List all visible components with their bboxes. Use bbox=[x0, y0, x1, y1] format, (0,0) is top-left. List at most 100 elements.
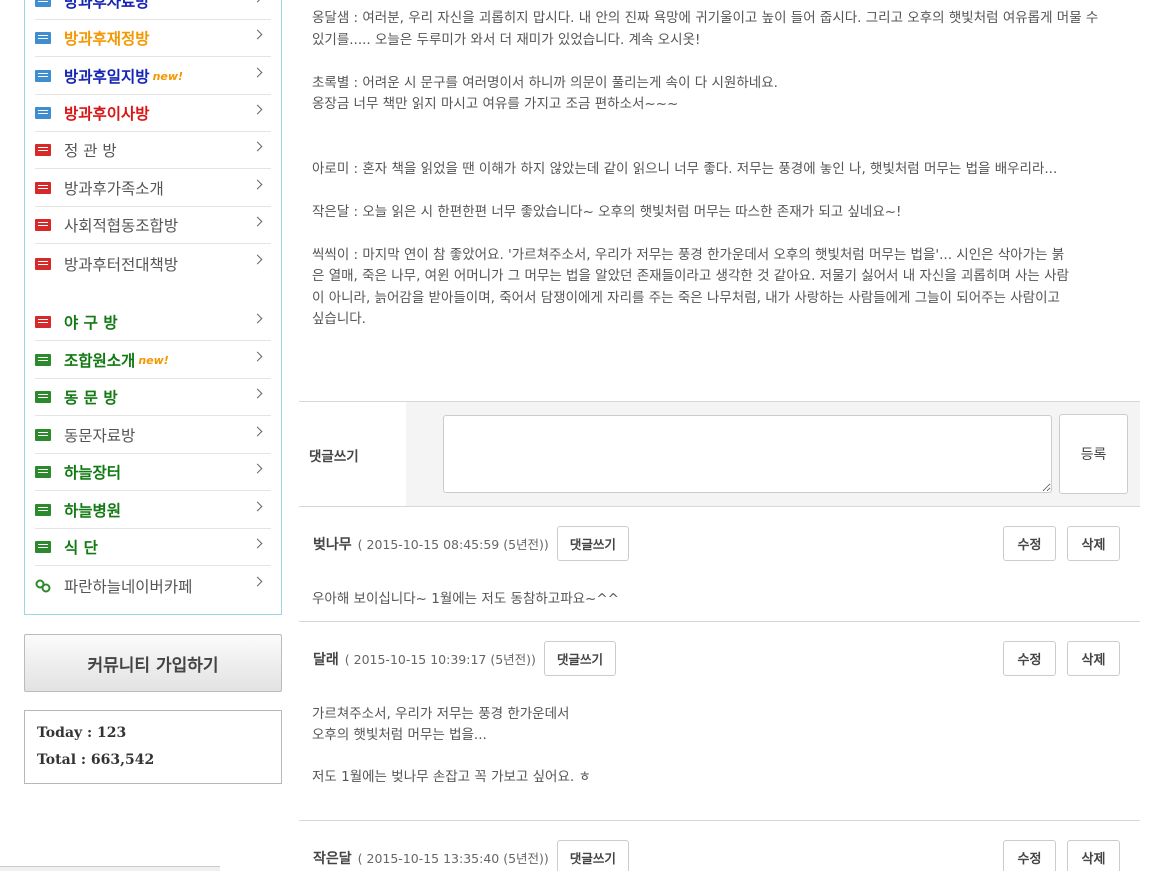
sidebar-item[interactable]: 방과후자료방 bbox=[35, 0, 271, 20]
sidebar-item-label: 방과후이사방 bbox=[64, 105, 150, 123]
reply-button[interactable]: 댓글쓰기 bbox=[556, 526, 629, 561]
comment-form-label: 댓글쓰기 bbox=[309, 449, 359, 465]
list-icon bbox=[35, 316, 51, 328]
sidebar-item-label: 방과후재정방 bbox=[64, 30, 150, 48]
sidebar-item[interactable]: 동문자료방 bbox=[35, 417, 271, 454]
comment-line bbox=[312, 746, 591, 767]
comment-author: 벚나무 bbox=[313, 536, 352, 553]
sidebar-item-label: 하늘장터 bbox=[64, 464, 122, 482]
list-icon bbox=[35, 429, 51, 441]
delete-button[interactable]: 삭제 bbox=[1067, 526, 1120, 561]
comment-body: 우아해 보이십니다~ 1월에는 저도 동참하고파요~^^ bbox=[312, 589, 619, 610]
sidebar-item[interactable]: 하늘장터 bbox=[35, 454, 271, 491]
post-line: 초록별 : 어려운 시 문구를 여러명이서 하니까 의문이 풀리는게 속이 다 … bbox=[312, 74, 778, 91]
chevron-right-icon bbox=[252, 313, 263, 324]
chevron-right-icon bbox=[252, 104, 263, 115]
sidebar-item[interactable]: 야 구 방 bbox=[35, 304, 271, 341]
chevron-right-icon bbox=[252, 254, 263, 265]
comment-author: 작은달 bbox=[313, 850, 352, 867]
list-icon bbox=[35, 466, 51, 478]
sidebar-item-label: 하늘병원 bbox=[64, 502, 122, 520]
comment-line: 저도 1월에는 벚나무 손잡고 꼭 가보고 싶어요. ㅎ bbox=[312, 769, 591, 785]
edit-button[interactable]: 수정 bbox=[1003, 641, 1056, 676]
sidebar-item-label: 방과후가족소개 bbox=[64, 180, 164, 198]
sidebar-item[interactable]: 조합원소개 new! bbox=[35, 342, 271, 379]
sidebar-item-label: 사회적협동조합방 bbox=[64, 217, 179, 235]
post-line: 은 열매, 죽은 나무, 여윈 어머니가 그 머무는 법을 알았던 존재들이라고… bbox=[312, 268, 1069, 284]
list-icon bbox=[35, 32, 51, 44]
post-line: 씩씩이 : 마지막 연이 참 좋았어요. '가르쳐주소서, 우리가 저무는 풍경… bbox=[312, 246, 1065, 263]
sidebar-item[interactable]: 방과후가족소개 bbox=[35, 170, 271, 207]
list-icon bbox=[35, 354, 51, 366]
chevron-right-icon bbox=[252, 576, 263, 587]
chevron-right-icon bbox=[252, 501, 263, 512]
chevron-right-icon bbox=[252, 351, 263, 362]
list-icon bbox=[35, 391, 51, 403]
post-line: 아로미 : 혼자 책을 읽었을 땐 이해가 하지 않았는데 같이 읽으니 너무 … bbox=[312, 160, 1058, 177]
reply-button[interactable]: 댓글쓰기 bbox=[556, 840, 629, 871]
list-icon bbox=[35, 257, 51, 270]
comment-line: 우아해 보이십니다~ 1월에는 저도 동참하고파요~^^ bbox=[312, 591, 619, 607]
sidebar-item-label: 식 단 bbox=[64, 539, 98, 557]
sidebar-item[interactable]: 식 단 bbox=[35, 529, 271, 566]
comment-header: 작은달 ( 2015-10-15 13:35:40 (5년전)) 댓글쓰기 bbox=[313, 840, 629, 871]
list-icon bbox=[35, 70, 51, 82]
chevron-right-icon bbox=[252, 67, 263, 78]
chevron-right-icon bbox=[252, 216, 263, 227]
visitor-stats: Today : 123 Total : 663,542 bbox=[24, 710, 282, 784]
sidebar-item-label: 파란하늘네이버카페 bbox=[64, 577, 193, 596]
comment-line: 오후의 햇빛처럼 머무는 법을... bbox=[312, 727, 487, 743]
delete-button[interactable]: 삭제 bbox=[1067, 840, 1120, 871]
sidebar-item[interactable]: 파란하늘네이버카페 bbox=[35, 567, 271, 604]
sidebar-item[interactable]: 방과후터전대책방 bbox=[35, 245, 271, 282]
list-icon bbox=[35, 541, 51, 553]
comment-form: 댓글쓰기 등록 bbox=[299, 402, 1140, 506]
sidebar-item[interactable]: 하늘병원 bbox=[35, 492, 271, 529]
link-icon bbox=[35, 579, 51, 593]
sidebar-item[interactable]: 방과후일지방 new! bbox=[35, 58, 271, 95]
comment-date: ( 2015-10-15 08:45:59 (5년전)) bbox=[357, 537, 549, 552]
comment-submit-button[interactable]: 등록 bbox=[1059, 414, 1128, 494]
edit-button[interactable]: 수정 bbox=[1003, 526, 1056, 561]
comment-date: ( 2015-10-15 13:35:40 (5년전)) bbox=[357, 851, 549, 866]
comment-line: 가르쳐주소서, 우리가 저무는 풍경 한가운데서 bbox=[312, 706, 570, 722]
sidebar-item-label: 방과후일지방 bbox=[64, 68, 150, 86]
chevron-right-icon bbox=[252, 141, 263, 152]
edit-button[interactable]: 수정 bbox=[1003, 840, 1056, 871]
sidebar-item[interactable]: 정 관 방 bbox=[35, 132, 271, 169]
comment-textarea[interactable] bbox=[443, 415, 1052, 493]
new-badge: new! bbox=[152, 69, 184, 83]
comment-date: ( 2015-10-15 10:39:17 (5년전)) bbox=[344, 652, 536, 667]
post-line: 옹달샘 : 여러분, 우리 자신을 괴롭히지 맙시다. 내 안의 진짜 욕망에 … bbox=[312, 10, 1099, 26]
horizontal-scrollbar[interactable] bbox=[0, 866, 220, 871]
comment-header: 달래 ( 2015-10-15 10:39:17 (5년전)) 댓글쓰기 bbox=[313, 641, 616, 676]
chevron-right-icon bbox=[252, 463, 263, 474]
sidebar-item-label: 조합원소개 bbox=[64, 352, 136, 370]
sidebar-item-label: 방과후터전대책방 bbox=[64, 255, 179, 274]
divider bbox=[299, 820, 1140, 821]
list-icon bbox=[35, 0, 51, 7]
sidebar-item-label: 방과후자료방 bbox=[64, 0, 150, 11]
sidebar-item[interactable]: 방과후재정방 bbox=[35, 20, 271, 57]
sidebar-item[interactable]: 방과후이사방 bbox=[35, 95, 271, 132]
post-line: 작은달 : 오늘 읽은 시 한편한편 너무 좋았습니다~ 오후의 햇빛처럼 머무… bbox=[312, 203, 902, 220]
sidebar-item-label: 동문자료방 bbox=[64, 427, 136, 445]
list-icon bbox=[35, 182, 51, 194]
sidebar-item[interactable]: 사회적협동조합방 bbox=[35, 207, 271, 244]
chevron-right-icon bbox=[252, 29, 263, 40]
join-community-button[interactable]: 커뮤니티 가입하기 bbox=[24, 634, 282, 692]
delete-button[interactable]: 삭제 bbox=[1067, 641, 1120, 676]
chevron-right-icon bbox=[252, 426, 263, 437]
sidebar-item-label: 야 구 방 bbox=[64, 314, 118, 332]
post-line: 옹장금 너무 책만 읽지 마시고 여유를 가지고 조금 편하소서~~~ bbox=[312, 96, 679, 112]
comment-header: 벚나무 ( 2015-10-15 08:45:59 (5년전)) 댓글쓰기 bbox=[313, 526, 629, 561]
list-icon bbox=[35, 219, 51, 231]
list-icon bbox=[35, 144, 51, 156]
sidebar-item[interactable]: 동 문 방 bbox=[35, 379, 271, 416]
total-count: Total : 663,542 bbox=[37, 752, 155, 768]
today-count: Today : 123 bbox=[37, 725, 127, 741]
comment-author: 달래 bbox=[313, 651, 339, 668]
post-line: 있기를..... 오늘은 두루미가 와서 더 재미가 있었습니다. 계속 오시옷… bbox=[312, 31, 701, 48]
comment-body: 가르쳐주소서, 우리가 저무는 풍경 한가운데서 오후의 햇빛처럼 머무는 법을… bbox=[312, 704, 591, 788]
reply-button[interactable]: 댓글쓰기 bbox=[543, 641, 616, 676]
